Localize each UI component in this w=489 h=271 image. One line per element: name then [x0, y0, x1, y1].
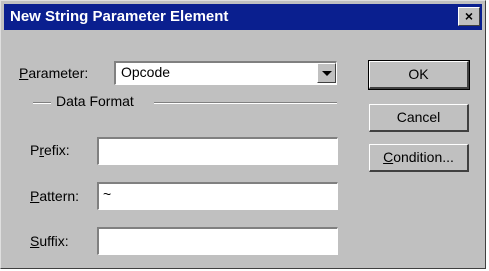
dialog-title: New String Parameter Element	[10, 8, 229, 25]
new-string-parameter-dialog: New String Parameter Element × Parameter…	[0, 0, 486, 269]
pattern-field[interactable]: ~	[97, 182, 338, 210]
prefix-label: Prefix:	[30, 142, 70, 158]
prefix-field[interactable]	[97, 137, 338, 165]
pattern-label: Pattern:	[30, 188, 80, 204]
group-divider-right	[154, 102, 337, 104]
close-icon: ×	[464, 8, 474, 24]
data-format-group-label: Data Format	[56, 93, 134, 109]
condition-button[interactable]: Condition...	[369, 144, 469, 172]
close-button[interactable]: ×	[458, 7, 480, 26]
dropdown-arrow-icon[interactable]	[317, 63, 336, 83]
ok-button[interactable]: OK	[368, 60, 470, 90]
parameter-label: Parameter:	[19, 65, 89, 81]
group-divider-left	[33, 102, 51, 104]
title-bar: New String Parameter Element ×	[4, 4, 482, 30]
parameter-select-value: Opcode	[120, 64, 172, 80]
parameter-select[interactable]: Opcode	[114, 61, 337, 85]
suffix-label: Suffix:	[30, 233, 69, 249]
suffix-field[interactable]	[97, 227, 338, 255]
cancel-button[interactable]: Cancel	[369, 104, 469, 132]
